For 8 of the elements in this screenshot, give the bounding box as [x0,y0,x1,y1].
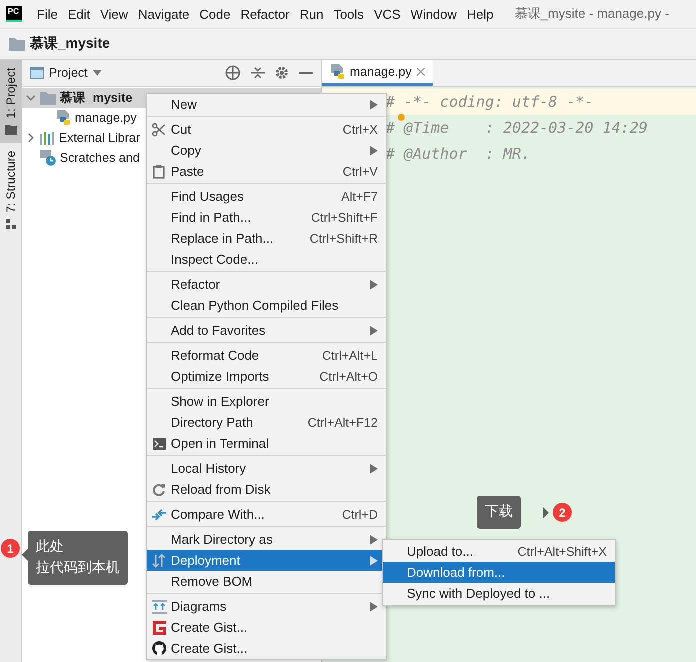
callout-text: 此处 [36,538,65,557]
app-logo: PC [6,6,22,22]
code-line: # -*- coding: utf-8 -*- [386,95,594,109]
callout-text: 下载 [485,503,513,522]
code-line: # @Author : MR. [386,147,530,161]
code-line: # @Time : 2022-03-20 14:29 [386,121,648,135]
callout-text: 拉代码到本机 [36,559,120,578]
window-title: 慕课_mysite - manage.py - [514,5,670,23]
